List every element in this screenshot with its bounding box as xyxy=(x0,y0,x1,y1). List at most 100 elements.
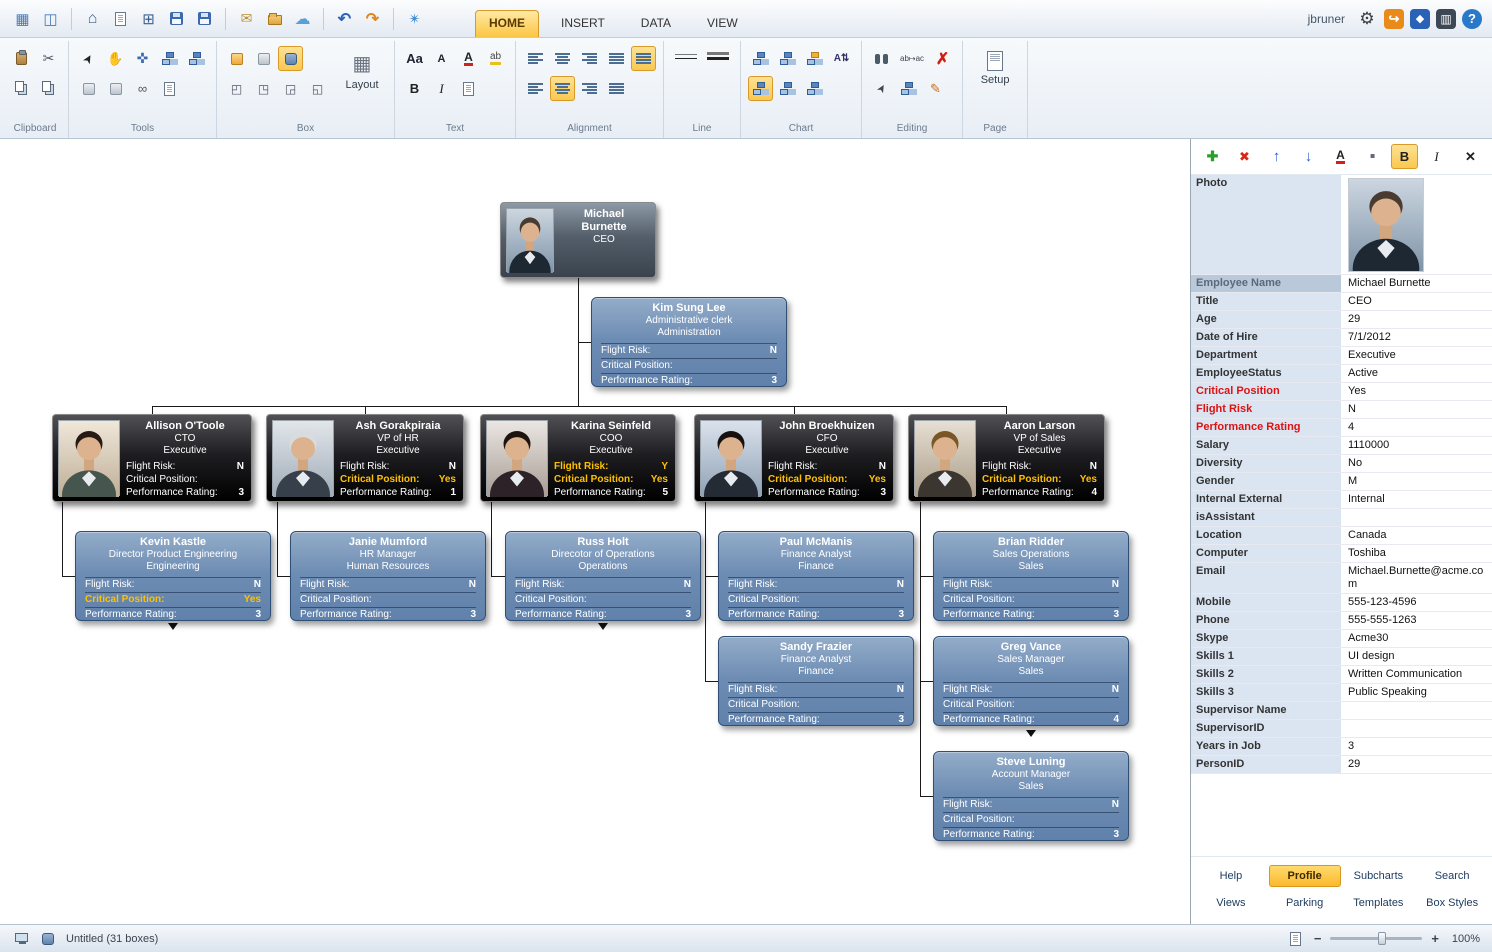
duplicate-icon[interactable] xyxy=(36,76,61,101)
panel-tab-parking[interactable]: Parking xyxy=(1269,892,1341,914)
box-remove-icon[interactable] xyxy=(103,76,128,101)
layout-tree-icon[interactable] xyxy=(748,46,773,71)
line-style-icon[interactable] xyxy=(671,46,701,71)
select-tool-icon[interactable]: ➤ xyxy=(76,46,101,71)
bold-icon[interactable]: B xyxy=(402,76,427,101)
panel-tab-help[interactable]: Help xyxy=(1195,865,1267,887)
align-right-icon[interactable] xyxy=(577,46,602,71)
save-icon[interactable] xyxy=(164,6,189,31)
fit-page-icon[interactable] xyxy=(1287,930,1305,948)
redo-icon[interactable]: ↷ xyxy=(360,6,385,31)
cut-icon[interactable]: ✂ xyxy=(36,46,61,71)
valign-top-icon[interactable] xyxy=(523,76,548,101)
zoom-out-button[interactable]: − xyxy=(1314,931,1322,946)
profile-field-value[interactable]: 29 xyxy=(1343,756,1492,773)
box-grid-icon[interactable] xyxy=(76,76,101,101)
chart-style-compact-icon[interactable] xyxy=(802,76,827,101)
panel-tab-templates[interactable]: Templates xyxy=(1343,892,1415,914)
corner-cut-icon[interactable]: ◲ xyxy=(278,76,303,101)
profile-field-value[interactable]: UI design xyxy=(1343,648,1492,665)
bold-icon[interactable]: B xyxy=(1391,144,1418,169)
font-color-icon[interactable]: A xyxy=(1327,144,1354,169)
profile-field-value[interactable]: Acme30 xyxy=(1343,630,1492,647)
tab-home[interactable]: HOME xyxy=(475,10,539,37)
line-weight-icon[interactable] xyxy=(703,46,733,71)
link-tool-icon[interactable]: ∞ xyxy=(130,76,155,101)
profile-field-value[interactable]: Canada xyxy=(1343,527,1492,544)
expand-subordinates-marker[interactable] xyxy=(598,623,608,630)
pan-tool-icon[interactable]: ✋ xyxy=(103,46,128,71)
panel-tab-search[interactable]: Search xyxy=(1416,865,1488,887)
tab-view[interactable]: VIEW xyxy=(693,10,752,37)
org-box-sandy[interactable]: Sandy Frazier Finance Analyst Finance Fligh… xyxy=(718,636,914,726)
select-levels-icon[interactable]: ➤ xyxy=(869,76,894,101)
profile-field-value[interactable]: Michael Burnette xyxy=(1343,275,1492,292)
profile-field-value[interactable] xyxy=(1343,509,1492,526)
profile-field-value[interactable]: Executive xyxy=(1343,347,1492,364)
org-box-kim[interactable]: Kim Sung Lee Administrative clerk Administ… xyxy=(591,297,787,387)
profile-field-value[interactable] xyxy=(1343,720,1492,737)
chart-style-modern-icon[interactable] xyxy=(775,76,800,101)
replace-icon[interactable]: ab↦ac xyxy=(896,46,928,71)
move-down-icon[interactable]: ↓ xyxy=(1295,144,1322,169)
close-panel-icon[interactable]: ✕ xyxy=(1457,144,1484,169)
open-folder-icon[interactable] xyxy=(262,6,287,31)
box-style-current-icon[interactable] xyxy=(278,46,303,71)
panel-tab-views[interactable]: Views xyxy=(1195,892,1267,914)
sort-icon[interactable]: A⇅ xyxy=(829,46,854,71)
send-email-icon[interactable]: ✉ xyxy=(234,6,259,31)
org-box-steve[interactable]: Steve Luning Account Manager Sales Flight R… xyxy=(933,751,1129,841)
expand-subordinates-marker[interactable] xyxy=(1026,730,1036,737)
new-chart-wizard-icon[interactable]: ▦ xyxy=(10,6,35,31)
add-field-icon[interactable]: ✚ xyxy=(1199,144,1226,169)
profile-field-value[interactable]: Michael.Burnette@acme.com xyxy=(1343,563,1492,593)
profile-field-value[interactable]: 555-123-4596 xyxy=(1343,594,1492,611)
font-color-icon[interactable]: A xyxy=(456,46,481,71)
org-box-paul[interactable]: Paul McManis Finance Analyst Finance Flight… xyxy=(718,531,914,621)
valign-bottom-icon[interactable] xyxy=(577,76,602,101)
zoom-slider[interactable] xyxy=(1330,932,1423,945)
tab-insert[interactable]: INSERT xyxy=(547,10,619,37)
org-box-allison[interactable]: Allison O'Toole CTO Executive Flight Risk: N… xyxy=(52,414,252,502)
panel-tab-box-styles[interactable]: Box Styles xyxy=(1416,892,1488,914)
italic-icon[interactable]: I xyxy=(429,76,454,101)
cloud-share-icon[interactable]: ☁ xyxy=(290,6,315,31)
org-box-aaron[interactable]: Aaron Larson VP of Sales Executive Flight R… xyxy=(908,414,1105,502)
text-fields-icon[interactable] xyxy=(456,76,481,101)
panel-tab-profile[interactable]: Profile xyxy=(1268,865,1341,887)
org-box-greg[interactable]: Greg Vance Sales Manager Sales Flight Risk:… xyxy=(933,636,1129,726)
corner-square-icon[interactable]: ◰ xyxy=(224,76,249,101)
profile-field-value[interactable]: M xyxy=(1343,473,1492,490)
profile-field-value[interactable]: CEO xyxy=(1343,293,1492,310)
org-box-ash[interactable]: Ash Gorakpiraia VP of HR Executive Flight R… xyxy=(266,414,464,502)
chart-style-classic-icon[interactable] xyxy=(748,76,773,101)
new-document-icon[interactable] xyxy=(108,6,133,31)
org-box-janie[interactable]: Janie Mumford HR Manager Human Resources Fl… xyxy=(290,531,486,621)
align-center-icon[interactable] xyxy=(550,46,575,71)
layout-list-icon[interactable] xyxy=(775,46,800,71)
sign-out-icon[interactable]: ↪ xyxy=(1384,8,1404,29)
org-box-russ[interactable]: Russ Holt Direcotor of Operations Operatio… xyxy=(505,531,701,621)
photo-board-icon[interactable]: ◫ xyxy=(38,6,63,31)
help-icon[interactable]: ? xyxy=(1462,8,1482,29)
undo-icon[interactable]: ↶ xyxy=(332,6,357,31)
find-icon[interactable] xyxy=(869,46,894,71)
box-style-plain-icon[interactable] xyxy=(251,46,276,71)
org-box-michael[interactable]: Michael Burnette CEO xyxy=(500,202,656,278)
panel-tab-subcharts[interactable]: Subcharts xyxy=(1343,865,1415,887)
delete-field-icon[interactable]: ✖ xyxy=(1231,144,1258,169)
profile-field-value[interactable]: 555-555-1263 xyxy=(1343,612,1492,629)
org-box-john[interactable]: John Broekhuizen CFO Executive Flight Risk:… xyxy=(694,414,894,502)
org-insert-icon[interactable] xyxy=(157,46,182,71)
valign-middle-icon[interactable] xyxy=(550,76,575,101)
profile-field-value[interactable]: Internal xyxy=(1343,491,1492,508)
note-tool-icon[interactable] xyxy=(157,76,182,101)
org-box-brian[interactable]: Brian Ridder Sales Operations Sales Flight … xyxy=(933,531,1129,621)
box-style-gold-icon[interactable] xyxy=(224,46,249,71)
corner-rounded-icon[interactable]: ◳ xyxy=(251,76,276,101)
profile-field-value[interactable]: 3 xyxy=(1343,738,1492,755)
copy-icon[interactable] xyxy=(9,76,34,101)
help-online-icon[interactable]: ✴ xyxy=(402,6,427,31)
new-from-template-icon[interactable]: ⊞ xyxy=(136,6,161,31)
chart-color-icon[interactable] xyxy=(802,46,827,71)
